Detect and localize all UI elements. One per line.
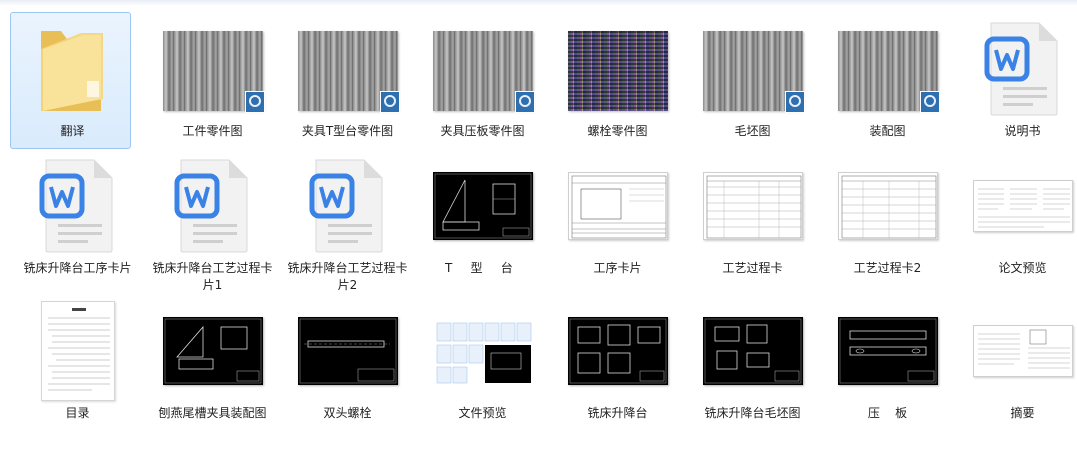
cad-drawing-thumbnail [702,317,803,385]
cad-drawing-thumbnail [837,317,938,385]
file-label: 铣床升降台毛坯图 [704,406,801,420]
file-item-cad[interactable]: 刨燕尾槽夹具装配图 [145,294,280,431]
cad-drawing-thumbnail [567,317,668,385]
word-document-icon [309,159,382,253]
file-item-word[interactable]: 铣床升降台工序卡片 [10,149,145,294]
preview-thumbnail [432,317,533,385]
file-item-pages[interactable]: 摘要 [955,294,1077,431]
form-thumbnail [837,172,938,240]
file-label: 论文预览 [998,261,1047,275]
file-label: 工件零件图 [182,124,243,138]
form-thumbnail [567,172,668,240]
file-label: 工艺过程卡 [722,261,783,275]
file-label: 铣床升降台 [587,406,648,420]
file-label: 装配图 [869,124,906,138]
file-label: 夹具压板零件图 [440,124,525,138]
file-item-form[interactable]: 工艺过程卡2 [820,149,955,294]
file-label: 铣床升降台工艺过程卡片1 [152,261,273,292]
file-item-cad[interactable]: 铣床升降台毛坯图 [685,294,820,431]
file-item-image[interactable]: 装配图 [820,12,955,149]
file-label: 铣床升降台工艺过程卡片2 [287,261,408,292]
file-label: 压 板 [867,406,908,420]
file-item-image[interactable]: 毛坯图 [685,12,820,149]
file-item-image[interactable]: 螺栓零件图 [550,12,685,149]
image-badge-icon [784,91,805,113]
file-item-cad[interactable]: 铣床升降台 [550,294,685,431]
word-document-icon [174,159,247,253]
file-item-image[interactable]: 夹具压板零件图 [415,12,550,149]
file-label: 目录 [65,406,90,420]
file-label: 螺栓零件图 [587,124,648,138]
file-item-form[interactable]: 工艺过程卡 [685,149,820,294]
file-item-word[interactable]: 铣床升降台工艺过程卡片1 [145,149,280,294]
word-document-icon [984,22,1057,116]
file-item-cad[interactable]: 压 板 [820,294,955,431]
form-thumbnail [702,172,803,240]
file-item-preview[interactable]: 文件预览 [415,294,550,431]
image-badge-icon [379,91,400,113]
file-item-cad[interactable]: T 型 台 [415,149,550,294]
file-label: 说明书 [1004,124,1041,138]
file-item-word[interactable]: 铣床升降台工艺过程卡片2 [280,149,415,294]
file-label: 文件预览 [458,406,507,420]
cad-drawing-thumbnail [297,317,398,385]
file-item-doc[interactable]: 目录 [10,294,145,431]
image-badge-icon [514,91,535,113]
document-pages-thumbnail [972,325,1073,377]
image-file-icon [567,31,668,111]
file-label: 双头螺栓 [323,406,372,420]
image-file-icon [702,31,805,113]
image-file-icon [837,31,940,113]
document-page-thumbnail [40,301,115,401]
cad-drawing-thumbnail [432,172,533,240]
file-item-form[interactable]: 工序卡片 [550,149,685,294]
image-file-icon [432,31,535,113]
folder-icon [40,31,103,111]
file-item-folder[interactable]: 翻译 [10,12,131,149]
file-label: 刨燕尾槽夹具装配图 [158,406,267,420]
window-top-edge [0,0,1077,6]
file-item-word[interactable]: 说明书 [955,12,1077,149]
file-label: 铣床升降台工序卡片 [23,261,132,275]
image-badge-icon [244,91,265,113]
word-document-icon [39,159,112,253]
document-pages-thumbnail [972,180,1073,232]
image-file-icon [297,31,400,113]
file-item-image[interactable]: 夹具T型台零件图 [280,12,415,149]
file-label: 翻译 [60,124,85,138]
image-file-icon [162,31,265,113]
file-label: 摘要 [1010,406,1035,420]
file-item-cad[interactable]: 双头螺栓 [280,294,415,431]
file-item-pages[interactable]: 论文预览 [955,149,1077,294]
cad-drawing-thumbnail [162,317,263,385]
file-label: 工序卡片 [593,261,642,275]
file-item-image[interactable]: 工件零件图 [145,12,280,149]
file-grid: 翻译 工件零件图 夹具T型台零件图 夹具压板零件图 螺栓零件图 毛坯图 装配图 [10,12,1077,431]
file-label: 毛坯图 [734,124,771,138]
file-label: T 型 台 [445,261,520,275]
file-label: 工艺过程卡2 [853,261,922,275]
image-badge-icon [919,91,940,113]
file-label: 夹具T型台零件图 [301,124,394,138]
